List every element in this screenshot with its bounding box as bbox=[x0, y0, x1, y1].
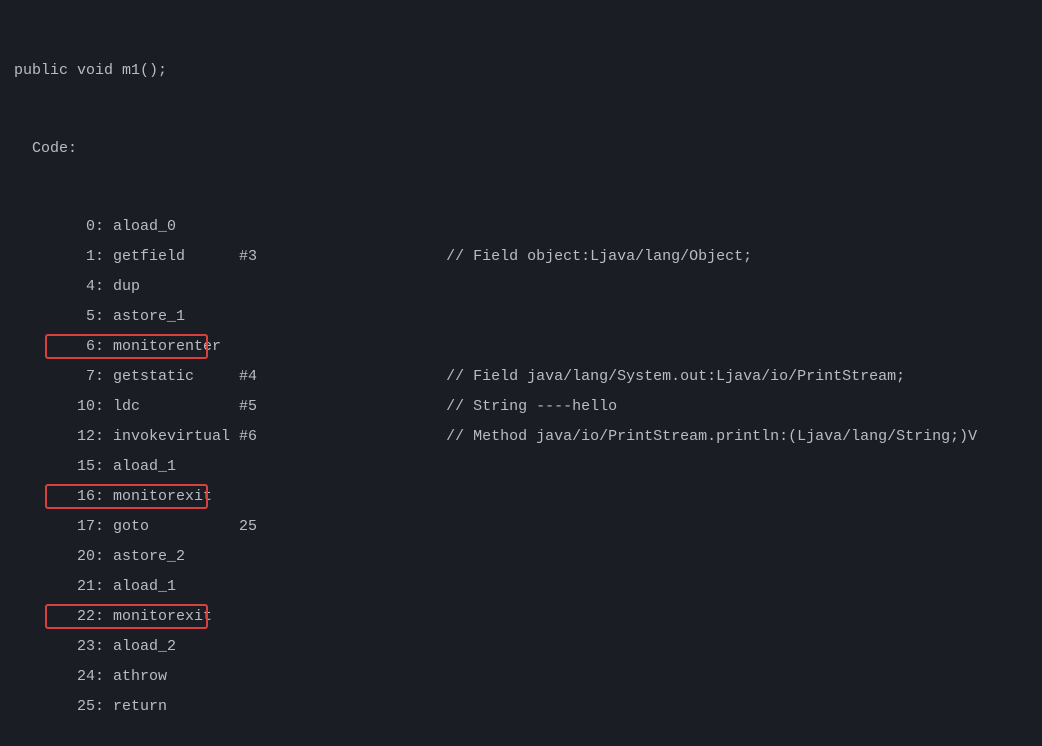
bytecode-line: 24: athrow bbox=[0, 662, 1042, 692]
bytecode-line: 12: invokevirtual #6 // Method java/io/P… bbox=[0, 422, 1042, 452]
method-signature: public void m1(); bbox=[0, 56, 1042, 86]
bytecode-line: 16: monitorexit bbox=[0, 482, 1042, 512]
bytecode-line: 1: getfield #3 // Field object:Ljava/lan… bbox=[0, 242, 1042, 272]
bytecode-line: 7: getstatic #4 // Field java/lang/Syste… bbox=[0, 362, 1042, 392]
instruction-list: 0: aload_0 1: getfield #3 // Field objec… bbox=[0, 212, 1042, 722]
bytecode-line: 21: aload_1 bbox=[0, 572, 1042, 602]
bytecode-line: 15: aload_1 bbox=[0, 452, 1042, 482]
highlight-box bbox=[45, 334, 208, 359]
bytecode-listing: public void m1(); Code: 0: aload_0 1: ge… bbox=[0, 8, 1042, 746]
bytecode-line: 4: dup bbox=[0, 272, 1042, 302]
bytecode-line: 20: astore_2 bbox=[0, 542, 1042, 572]
bytecode-line: 22: monitorexit bbox=[0, 602, 1042, 632]
code-label: Code: bbox=[0, 134, 1042, 164]
bytecode-line: 0: aload_0 bbox=[0, 212, 1042, 242]
bytecode-line: 10: ldc #5 // String ----hello bbox=[0, 392, 1042, 422]
bytecode-line: 23: aload_2 bbox=[0, 632, 1042, 662]
bytecode-line: 6: monitorenter bbox=[0, 332, 1042, 362]
bytecode-line: 5: astore_1 bbox=[0, 302, 1042, 332]
bytecode-line: 17: goto 25 bbox=[0, 512, 1042, 542]
highlight-box bbox=[45, 484, 208, 509]
bytecode-line: 25: return bbox=[0, 692, 1042, 722]
highlight-box bbox=[45, 604, 208, 629]
